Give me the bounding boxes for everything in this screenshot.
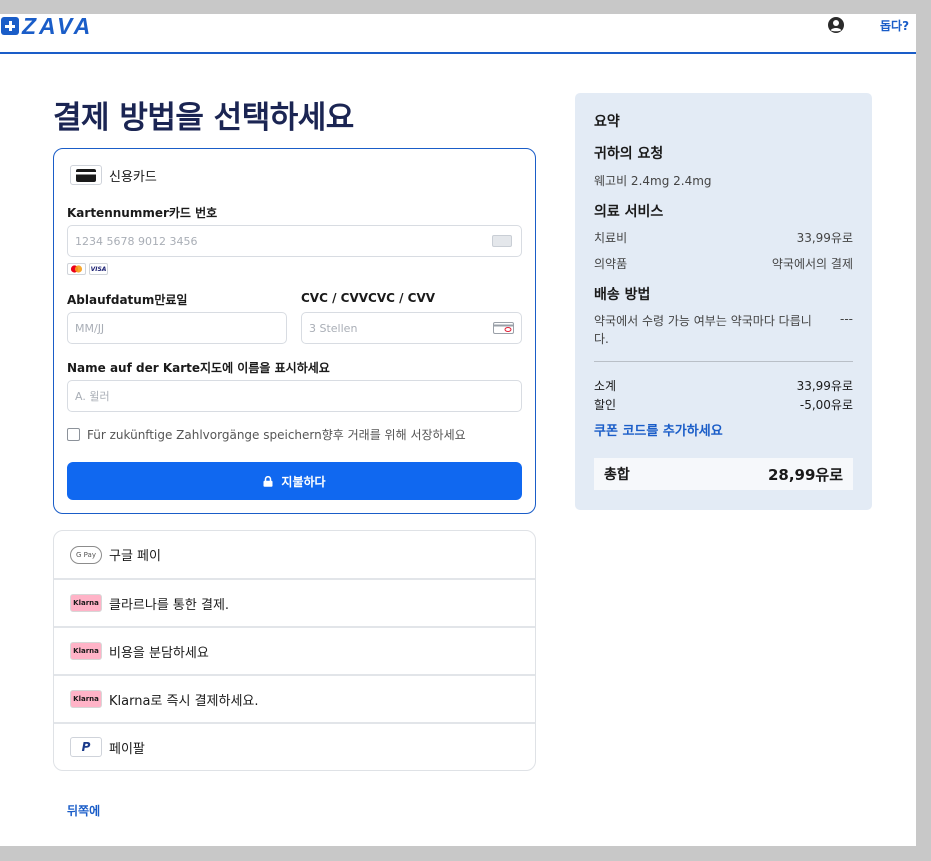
klarna-icon: Klarna: [70, 594, 102, 612]
back-link[interactable]: 뒤쪽에: [67, 802, 100, 819]
summary-divider: [594, 361, 853, 362]
klarna-icon-text: Klarna: [73, 695, 99, 703]
page-title: 결제 방법을 선택하세요: [53, 100, 354, 136]
logo-text: ZAVA: [22, 14, 94, 39]
total-box: 총합 28,99유로: [594, 458, 853, 490]
medicine-label: 의약품: [594, 257, 628, 271]
method-label: Klarna로 즉시 결제하세요.: [109, 693, 259, 709]
summary-title: 요약: [594, 114, 620, 130]
save-card-checkbox[interactable]: [67, 428, 80, 441]
method-google-pay[interactable]: G Pay 구글 페이: [54, 531, 535, 578]
method-klarna-pay[interactable]: Klarna 클라르나를 통한 결제.: [54, 578, 535, 626]
cvc-label: CVC / CVVCVC / CVV: [301, 291, 436, 305]
medicine-value: 약국에서의 결제: [771, 257, 853, 271]
method-klarna-now[interactable]: Klarna Klarna로 즉시 결제하세요.: [54, 674, 535, 722]
payment-methods-list: G Pay 구글 페이 Klarna 클라르나를 통한 결제. Klarna 비…: [53, 530, 536, 771]
gpay-icon-text: G Pay: [76, 550, 96, 559]
account-icon[interactable]: [827, 16, 845, 34]
expiry-label: Ablaufdatum만료일: [67, 293, 188, 307]
card-number-label: Kartennummer카드 번호: [67, 206, 218, 220]
pay-button-label: 지불하다: [281, 474, 326, 489]
discount-label: 할인: [594, 398, 617, 412]
method-label: 클라르나를 통한 결제.: [109, 597, 230, 613]
klarna-icon: Klarna: [70, 690, 102, 708]
card-placeholder-icon: [492, 235, 512, 247]
method-label: 구글 페이: [109, 549, 161, 564]
add-coupon-link[interactable]: 쿠폰 코드를 추가하세요: [594, 420, 723, 439]
name-on-card-input[interactable]: [67, 380, 522, 412]
klarna-icon: Klarna: [70, 642, 102, 660]
shipping-value: ---: [840, 312, 853, 326]
cvc-input[interactable]: [301, 312, 522, 344]
cvc-card-icon: [493, 322, 514, 334]
treatment-fee-value: 33,99유로: [796, 231, 853, 245]
top-header: ZAVA 돕다?: [0, 14, 916, 54]
paypal-icon: P: [70, 737, 102, 757]
visa-text: VISA: [90, 265, 107, 273]
request-item: 웨고비 2.4mg 2.4mg: [594, 174, 712, 188]
credit-card-option[interactable]: 신용카드: [70, 165, 157, 185]
save-card-label: Für zukünftige Zahlvorgänge speichern향후 …: [87, 428, 466, 442]
subtotal-label: 소계: [594, 379, 617, 393]
save-card-row[interactable]: Für zukünftige Zahlvorgänge speichern향후 …: [67, 426, 466, 443]
shipping-heading: 배송 방법: [594, 287, 651, 303]
visa-icon: VISA: [89, 263, 108, 275]
pay-button[interactable]: 지불하다: [67, 462, 522, 500]
card-number-input[interactable]: [67, 225, 522, 257]
subtotal-value: 33,99유로: [796, 379, 853, 393]
card-brand-logos: VISA: [67, 263, 108, 275]
shipping-text: 약국에서 수령 가능 여부는 약국마다 다릅니다.: [594, 314, 812, 346]
method-paypal[interactable]: P 페이팔: [54, 722, 535, 770]
lock-icon: [263, 475, 273, 487]
mastercard-icon: [67, 263, 86, 275]
klarna-icon-text: Klarna: [73, 599, 99, 607]
help-link[interactable]: 돕다?: [880, 17, 909, 34]
zava-logo[interactable]: ZAVA: [1, 14, 94, 39]
medical-heading: 의료 서비스: [594, 204, 664, 220]
discount-value: -5,00유로: [799, 398, 853, 412]
page: ZAVA 돕다? 결제 방법을 선택하세요 신용카드 Kartennummer카…: [0, 14, 916, 846]
medical-cross-icon: [1, 17, 19, 35]
expiry-input[interactable]: [67, 312, 287, 344]
method-label: 비용을 분담하세요: [109, 645, 209, 661]
order-summary: 요약 귀하의 요청 웨고비 2.4mg 2.4mg 의료 서비스 치료비 33,…: [575, 93, 872, 510]
credit-card-panel: 신용카드 Kartennummer카드 번호 VISA Ablaufdatum만…: [53, 148, 536, 514]
name-on-card-label: Name auf der Karte지도에 이름을 표시하세요: [67, 361, 330, 375]
request-heading: 귀하의 요청: [594, 146, 664, 162]
credit-card-icon: [70, 165, 102, 185]
klarna-icon-text: Klarna: [73, 647, 99, 655]
total-label: 총합: [604, 467, 630, 483]
method-klarna-split[interactable]: Klarna 비용을 분담하세요: [54, 626, 535, 674]
credit-card-label: 신용카드: [109, 169, 157, 185]
gpay-icon: G Pay: [70, 545, 102, 564]
total-value: 28,99유로: [767, 465, 843, 484]
paypal-icon-text: P: [81, 740, 91, 754]
method-label: 페이팔: [109, 741, 145, 757]
treatment-fee-label: 치료비: [594, 231, 628, 245]
